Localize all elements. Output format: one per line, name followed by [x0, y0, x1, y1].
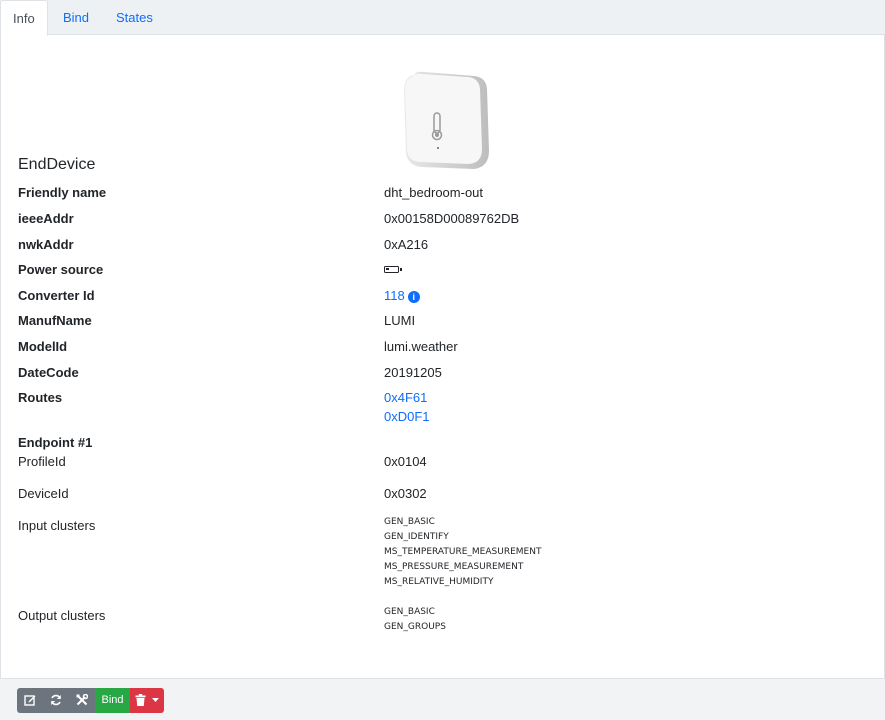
model-id-value: lumi.weather [384, 339, 458, 354]
info-icon[interactable]: i [407, 291, 420, 303]
converter-id-label: Converter Id [18, 288, 95, 303]
device-info-panel: EndDevice Friendly name dht_bedroom-out … [0, 35, 885, 678]
refresh-button[interactable] [43, 688, 69, 713]
action-toolbar: Bind [0, 678, 885, 720]
input-clusters-list: GEN_BASIC GEN_IDENTIFY MS_TEMPERATURE_ME… [384, 515, 541, 590]
device-type: EndDevice [18, 156, 96, 173]
tab-info[interactable]: Info [0, 0, 48, 36]
cluster-item: MS_PRESSURE_MEASUREMENT [384, 562, 524, 572]
delete-dropdown-button[interactable] [130, 688, 164, 713]
output-clusters-list: GEN_BASIC GEN_GROUPS [384, 605, 446, 635]
model-id-label: ModelId [18, 339, 68, 354]
trash-icon [135, 694, 146, 707]
nwk-addr-value: 0xA216 [384, 237, 429, 252]
profile-id-value: 0x0104 [384, 454, 427, 469]
battery-icon [384, 266, 402, 273]
ieee-addr-label: ieeeAddr [18, 211, 74, 226]
nwk-addr-label: nwkAddr [18, 237, 74, 252]
cluster-item: MS_RELATIVE_HUMIDITY [384, 577, 494, 587]
manuf-name-value: LUMI [384, 313, 416, 328]
ieee-addr-value: 0x00158D00089762DB [384, 211, 520, 226]
tab-bar: Info Bind States [0, 0, 885, 36]
friendly-name-label: Friendly name [18, 185, 107, 200]
device-image [404, 71, 489, 169]
cluster-item: GEN_GROUPS [384, 622, 446, 632]
tab-bind[interactable]: Bind [51, 0, 101, 35]
cluster-item: GEN_BASIC [384, 607, 435, 617]
edit-icon [24, 695, 36, 706]
caret-down-icon [151, 697, 159, 702]
converter-id-link[interactable]: 118 [384, 288, 405, 303]
manuf-name-label: ManufName [18, 313, 92, 328]
routes-label: Routes [18, 390, 63, 405]
tab-states[interactable]: States [104, 0, 165, 35]
converter-id-value: 118 i [384, 288, 420, 303]
tools-button[interactable] [69, 688, 95, 713]
edit-button[interactable] [17, 688, 43, 713]
cluster-item: MS_TEMPERATURE_MEASUREMENT [384, 547, 542, 557]
friendly-name-value: dht_bedroom-out [384, 185, 484, 200]
power-source-label: Power source [18, 262, 104, 277]
route-link[interactable]: 0xD0F1 [384, 409, 430, 424]
cluster-item: GEN_BASIC [384, 517, 435, 527]
date-code-label: DateCode [18, 365, 79, 380]
output-clusters-label: Output clusters [18, 608, 106, 623]
bind-button[interactable]: Bind [95, 688, 130, 713]
endpoint-title: Endpoint #1 [18, 435, 93, 450]
route-link[interactable]: 0x4F61 [384, 390, 427, 405]
device-id-label: DeviceId [18, 486, 69, 501]
refresh-icon [51, 694, 61, 706]
device-id-value: 0x0302 [384, 486, 427, 501]
profile-id-label: ProfileId [18, 454, 66, 469]
tools-icon [76, 693, 89, 706]
cluster-item: GEN_IDENTIFY [384, 532, 449, 542]
input-clusters-label: Input clusters [18, 518, 96, 533]
date-code-value: 20191205 [384, 365, 442, 380]
